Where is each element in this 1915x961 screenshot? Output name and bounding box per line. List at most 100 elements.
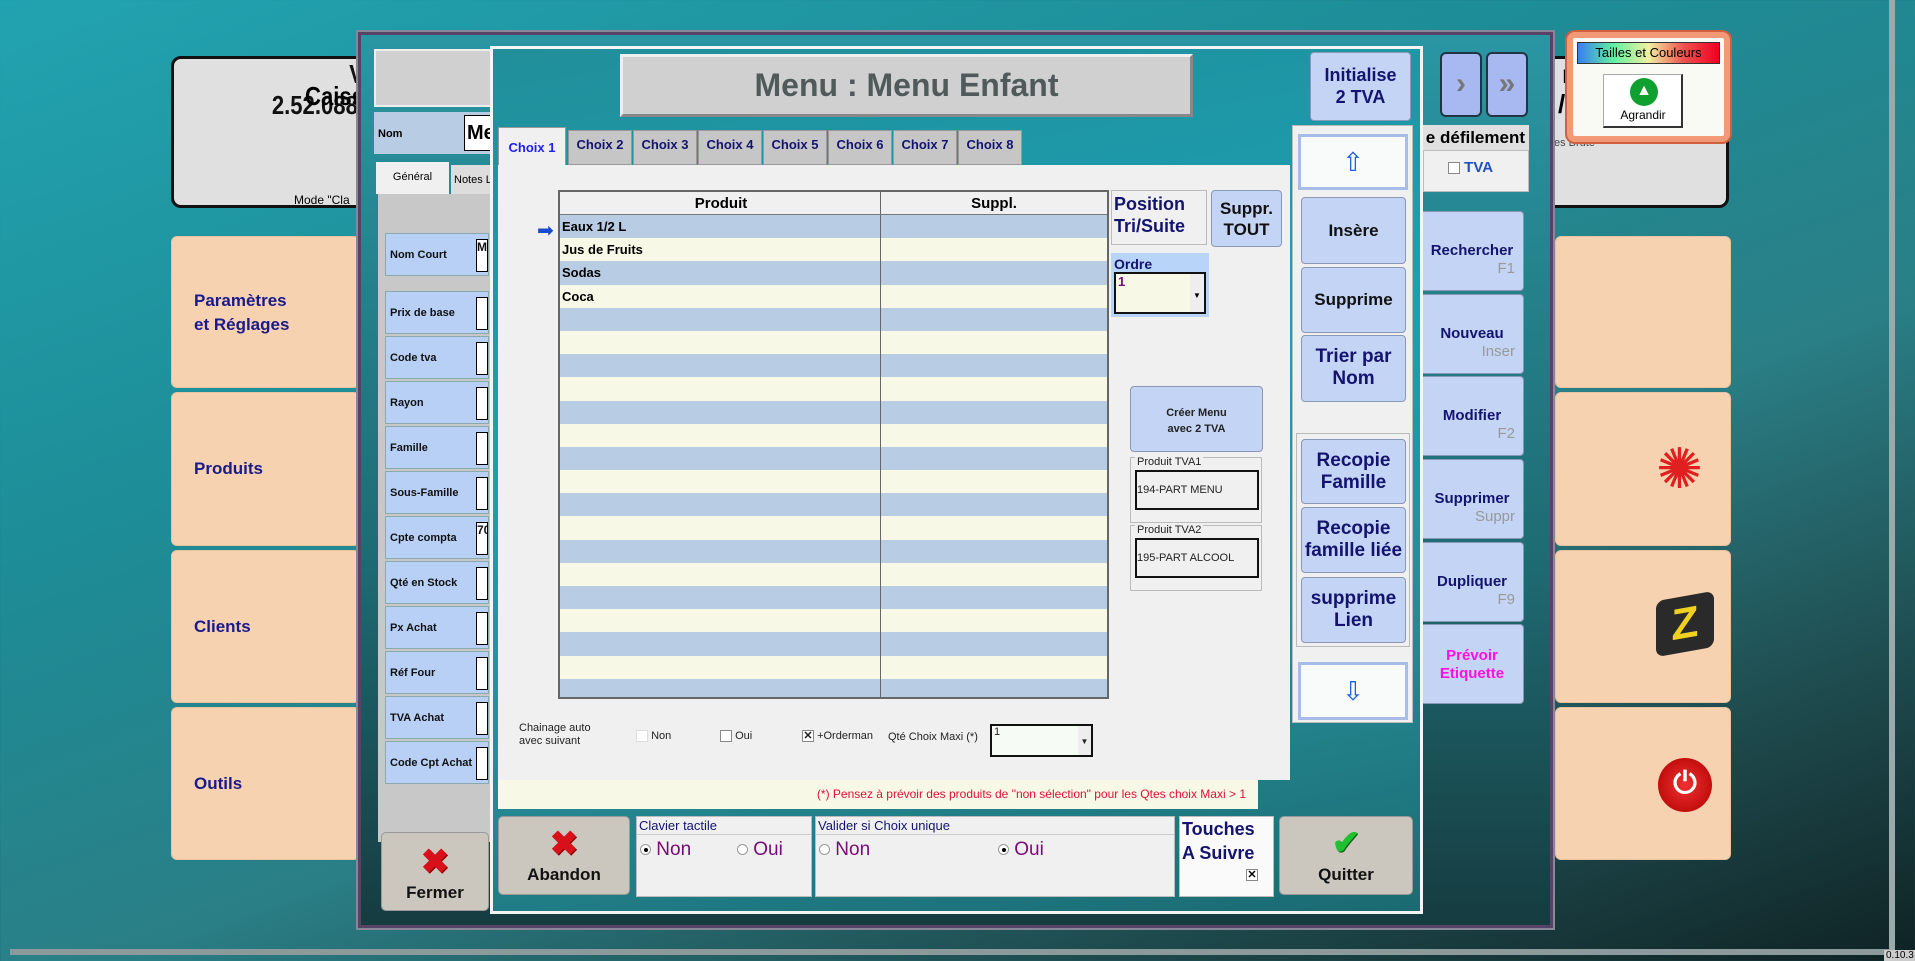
cell-empty: [560, 632, 881, 656]
creer-menu-button[interactable]: Créer Menu avec 2 TVA: [1130, 386, 1263, 452]
action-button-0[interactable]: Rechercher F1: [1420, 211, 1524, 291]
action-button-3[interactable]: Supprimer Suppr: [1420, 459, 1524, 539]
field-input[interactable]: M: [476, 239, 488, 272]
table-row[interactable]: Coca: [560, 284, 1107, 308]
next-icon[interactable]: ›: [1440, 52, 1482, 117]
tva-checkbox[interactable]: TVA: [1423, 150, 1529, 192]
tile-right-1[interactable]: [1555, 236, 1731, 388]
action-button-2[interactable]: Modifier F2: [1420, 376, 1524, 456]
table-row[interactable]: [560, 539, 1107, 563]
suppr-tout-button[interactable]: Suppr. TOUT: [1211, 190, 1282, 247]
table-row[interactable]: [560, 423, 1107, 447]
field-label: Famille: [390, 441, 428, 454]
qte-select[interactable]: 1 ▼: [990, 724, 1093, 757]
field-input[interactable]: [476, 387, 488, 420]
field-8: Px Achat: [385, 606, 489, 649]
supprime-lien-button[interactable]: supprime Lien: [1301, 577, 1406, 643]
produit-tva1-field[interactable]: 194-PART MENU: [1135, 470, 1259, 510]
table-row[interactable]: [560, 516, 1107, 540]
field-label: Sous-Famille: [390, 486, 459, 499]
cell-empty: [881, 493, 1107, 516]
insere-button[interactable]: Insère: [1301, 197, 1406, 264]
last-icon[interactable]: »: [1486, 52, 1528, 117]
tile-outils[interactable]: Outils: [171, 707, 360, 860]
field-input[interactable]: 70: [476, 522, 488, 555]
recopie-famille-button[interactable]: Recopie Famille: [1301, 439, 1406, 504]
chainage-non-checkbox[interactable]: Non: [636, 730, 671, 743]
table-row[interactable]: [560, 493, 1107, 517]
initialise-2tva-button[interactable]: Initialise 2 TVA: [1310, 52, 1411, 121]
supprime-button[interactable]: Supprime: [1301, 267, 1406, 333]
produit-tva2-group: Produit TVA2 195-PART ALCOOL: [1130, 524, 1262, 591]
clavier-non-radio[interactable]: Non: [640, 839, 691, 861]
checkbox-icon: [636, 730, 648, 743]
table-row[interactable]: [560, 470, 1107, 494]
table-row[interactable]: [560, 377, 1107, 401]
tab-choix-5[interactable]: Choix 5: [763, 130, 827, 165]
tab-choix-6[interactable]: Choix 6: [828, 130, 892, 165]
field-input[interactable]: [476, 432, 488, 465]
tab-choix-8[interactable]: Choix 8: [958, 130, 1022, 165]
touches-suivre-checkbox[interactable]: Touches A Suivre ✕: [1179, 816, 1274, 897]
quitter-button[interactable]: ✔ Quitter: [1279, 816, 1413, 895]
table-row[interactable]: [560, 609, 1107, 633]
table-row[interactable]: [560, 678, 1107, 697]
table-row[interactable]: [560, 586, 1107, 610]
tile-caisse[interactable]: ✺: [1555, 392, 1731, 546]
field-input[interactable]: [476, 702, 488, 735]
table-row[interactable]: [560, 307, 1107, 331]
table-row[interactable]: Eaux 1/2 L: [560, 215, 1107, 239]
valider-non-radio[interactable]: Non: [819, 839, 870, 861]
chainage-oui-checkbox[interactable]: Oui: [720, 730, 752, 743]
table-row[interactable]: [560, 632, 1107, 656]
arrow-up-icon: ⇧: [1342, 147, 1364, 177]
produit-tva2-field[interactable]: 195-PART ALCOOL: [1135, 538, 1259, 578]
tab-choix-4[interactable]: Choix 4: [698, 130, 762, 165]
field-input[interactable]: [476, 612, 488, 645]
table-row[interactable]: Sodas: [560, 261, 1107, 285]
tab-choix-7[interactable]: Choix 7: [893, 130, 957, 165]
field-input[interactable]: [476, 567, 488, 600]
table-row[interactable]: [560, 400, 1107, 424]
tile-power[interactable]: ⏻: [1555, 707, 1731, 860]
euro-sun-icon: ✺: [1656, 437, 1703, 500]
tab-notes[interactable]: Notes L: [451, 165, 492, 194]
recopie-famille-liee-button[interactable]: Recopie famille liée: [1301, 507, 1406, 573]
tile-clients[interactable]: Clients: [171, 550, 360, 703]
agrandir-button[interactable]: ▲ Agrandir: [1603, 74, 1683, 128]
table-row[interactable]: [560, 330, 1107, 355]
table-row[interactable]: [560, 655, 1107, 679]
action-button-1[interactable]: Nouveau Inser: [1420, 294, 1524, 374]
tab-choix-1[interactable]: Choix 1: [498, 127, 566, 165]
tab-choix-3[interactable]: Choix 3: [633, 130, 697, 165]
field-input[interactable]: [476, 297, 488, 330]
abandon-button[interactable]: ✖ Abandon: [498, 816, 630, 895]
action-button-4[interactable]: Dupliquer F9: [1420, 542, 1524, 622]
orderman-checkbox[interactable]: ✕ +Orderman: [802, 730, 873, 743]
x-icon: ✖: [549, 825, 579, 863]
nom-input[interactable]: Me: [464, 115, 492, 151]
clavier-oui-radio[interactable]: Oui: [737, 839, 783, 861]
table-row[interactable]: Jus de Fruits: [560, 238, 1107, 262]
valider-oui-radio[interactable]: Oui: [998, 839, 1044, 861]
field-input[interactable]: [476, 747, 488, 780]
trier-nom-button[interactable]: Trier par Nom: [1301, 335, 1406, 402]
tile-parametres[interactable]: Paramètres et Réglages: [171, 236, 360, 388]
ordre-select[interactable]: 1 ▼: [1114, 272, 1206, 314]
tile-produits[interactable]: Produits: [171, 392, 360, 546]
field-input[interactable]: [476, 342, 488, 375]
action-button-5[interactable]: Prévoir Etiquette: [1420, 624, 1524, 704]
tab-general[interactable]: Général: [376, 162, 449, 194]
table-row[interactable]: [560, 446, 1107, 471]
move-up-button[interactable]: ⇧: [1298, 134, 1408, 190]
move-down-button[interactable]: ⇩: [1298, 662, 1408, 720]
field-input[interactable]: [476, 477, 488, 510]
tile-z[interactable]: Z: [1555, 550, 1731, 703]
tab-choix-2[interactable]: Choix 2: [568, 130, 632, 165]
products-grid[interactable]: Produit Suppl. Eaux 1/2 L Jus de Fruits So…: [558, 190, 1109, 699]
side-button-column: ⇧ Insère Supprime Trier par Nom Recopie …: [1292, 125, 1413, 723]
field-input[interactable]: [476, 657, 488, 690]
table-row[interactable]: [560, 354, 1107, 378]
table-row[interactable]: [560, 562, 1107, 586]
fermer-button[interactable]: ✖ Fermer: [381, 832, 489, 911]
